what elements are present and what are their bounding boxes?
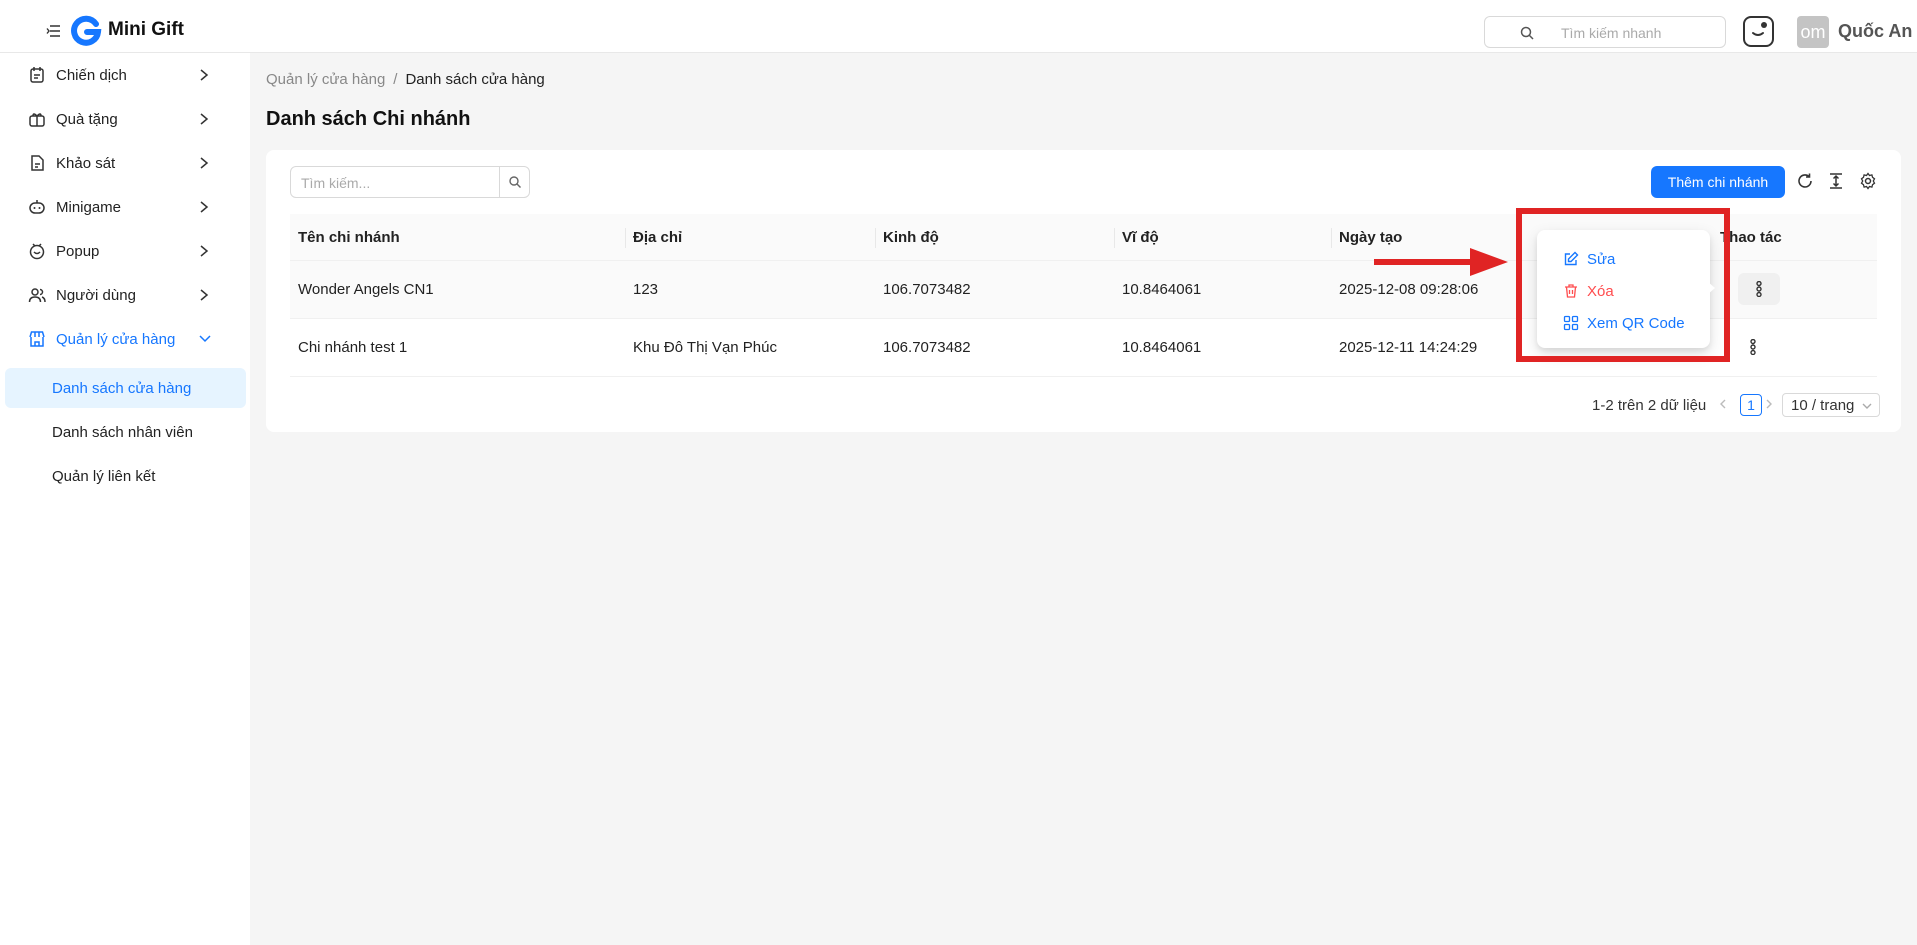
sidebar-item-khao-sat[interactable]: Khảo sát <box>0 141 250 185</box>
sidebar-item-label: Chiến dịch <box>56 67 127 84</box>
search-button[interactable] <box>499 167 530 197</box>
cell-address: 123 <box>633 281 659 298</box>
next-page-icon[interactable] <box>1764 397 1774 411</box>
page-size-value: 10 / trang <box>1791 397 1855 414</box>
column-divider <box>1331 228 1332 248</box>
sidebar-item-popup[interactable]: Popup <box>0 229 250 273</box>
column-divider <box>625 228 626 248</box>
gift-icon <box>28 110 46 128</box>
sidebar-subitem-label: Quản lý liên kết <box>52 468 156 485</box>
sidebar-item-quan-ly-cua-hang[interactable]: Quản lý cửa hàng <box>0 317 250 361</box>
page-number[interactable]: 1 <box>1740 394 1762 416</box>
annotation-highlight-box <box>1516 208 1730 362</box>
store-icon <box>28 330 46 348</box>
table-search-input[interactable] <box>301 172 491 194</box>
quick-search-input[interactable] <box>1561 22 1717 44</box>
breadcrumb-separator: / <box>393 71 398 88</box>
prev-page-icon[interactable] <box>1718 397 1728 411</box>
chevron-right-icon <box>198 156 210 170</box>
column-height-icon[interactable] <box>1827 172 1845 190</box>
sidebar-item-label: Khảo sát <box>56 155 116 172</box>
game-icon <box>28 198 46 216</box>
breadcrumb-parent[interactable]: Quản lý cửa hàng <box>266 71 385 88</box>
column-header: Ngày tạo <box>1339 229 1403 246</box>
column-divider <box>1114 228 1115 248</box>
page-title: Danh sách Chi nhánh <box>266 108 471 130</box>
annotation-arrow-icon <box>1374 248 1508 276</box>
chevron-right-icon <box>198 68 210 82</box>
users-icon <box>28 286 46 304</box>
sidebar: Chiến dịch Quà tặng Khảo sát Minigame Po… <box>0 53 250 945</box>
column-header: Địa chỉ <box>633 229 683 246</box>
column-header: Tên chi nhánh <box>298 229 400 246</box>
sidebar-item-qua-tang[interactable]: Quà tặng <box>0 97 250 141</box>
cell-created: 2025-12-11 14:24:29 <box>1339 339 1478 356</box>
breadcrumb: Quản lý cửa hàng / Danh sách cửa hàng <box>266 71 545 88</box>
breadcrumb-current: Danh sách cửa hàng <box>405 71 545 88</box>
survey-icon <box>28 154 46 172</box>
cell-name: Wonder Angels CN1 <box>298 281 434 298</box>
sidebar-item-label: Người dùng <box>56 287 136 304</box>
logo-icon <box>70 15 102 47</box>
app-title: Mini Gift <box>108 19 184 40</box>
search-icon <box>509 176 521 188</box>
menu-toggle-icon[interactable] <box>46 24 62 38</box>
search-icon <box>1519 25 1535 41</box>
sidebar-item-label: Popup <box>56 243 100 260</box>
column-divider <box>875 228 876 248</box>
user-name[interactable]: Quốc An <box>1838 21 1912 42</box>
chevron-down-icon <box>198 332 211 346</box>
cell-name: Chi nhánh test 1 <box>298 339 408 356</box>
chevron-right-icon <box>198 288 210 302</box>
more-actions-button[interactable] <box>1738 273 1780 305</box>
sidebar-item-label: Quản lý cửa hàng <box>56 331 176 348</box>
chevron-right-icon <box>198 112 210 126</box>
popup-icon <box>28 242 46 260</box>
avatar[interactable]: om <box>1797 16 1829 48</box>
page-size-select[interactable]: 10 / trang <box>1782 393 1880 417</box>
column-header: Kinh độ <box>883 229 939 246</box>
sidebar-subitem-label: Danh sách cửa hàng <box>52 380 192 397</box>
cell-latitude: 10.8464061 <box>1122 281 1202 298</box>
cell-longitude: 106.7073482 <box>883 281 971 298</box>
top-header: Mini Gift om Quốc An <box>0 0 1917 53</box>
cell-address: Khu Đô Thị Vạn Phúc <box>633 339 777 356</box>
campaign-icon <box>28 66 46 84</box>
sidebar-item-label: Minigame <box>56 199 122 216</box>
sidebar-subitem-danh-sach-nhan-vien[interactable]: Danh sách nhân viên <box>5 412 246 452</box>
sidebar-subitem-label: Danh sách nhân viên <box>52 424 193 441</box>
more-vertical-icon <box>1750 339 1756 355</box>
more-actions-button[interactable] <box>1739 331 1767 363</box>
cell-created: 2025-12-08 09:28:06 <box>1339 281 1479 298</box>
quick-search[interactable] <box>1484 16 1726 48</box>
sidebar-subitem-quan-ly-lien-ket[interactable]: Quản lý liên kết <box>5 456 246 496</box>
chevron-down-icon <box>1862 403 1872 409</box>
sidebar-item-label: Quà tặng <box>56 111 118 128</box>
sidebar-item-chien-dich[interactable]: Chiến dịch <box>0 53 250 97</box>
settings-icon[interactable] <box>1859 172 1877 190</box>
pagination-info: 1-2 trên 2 dữ liệu <box>1592 397 1707 414</box>
cell-longitude: 106.7073482 <box>883 339 971 356</box>
reload-icon[interactable] <box>1796 172 1814 190</box>
column-header: Vĩ độ <box>1122 229 1159 246</box>
add-branch-button[interactable]: Thêm chi nhánh <box>1651 166 1785 198</box>
cell-latitude: 10.8464061 <box>1122 339 1202 356</box>
table-search[interactable] <box>290 166 530 198</box>
more-vertical-icon <box>1756 281 1762 297</box>
sidebar-subitem-danh-sach-cua-hang[interactable]: Danh sách cửa hàng <box>5 368 246 408</box>
sidebar-item-nguoi-dung[interactable]: Người dùng <box>0 273 250 317</box>
chevron-right-icon <box>198 244 210 258</box>
message-icon[interactable] <box>1743 16 1774 47</box>
sidebar-item-minigame[interactable]: Minigame <box>0 185 250 229</box>
chevron-right-icon <box>198 200 210 214</box>
